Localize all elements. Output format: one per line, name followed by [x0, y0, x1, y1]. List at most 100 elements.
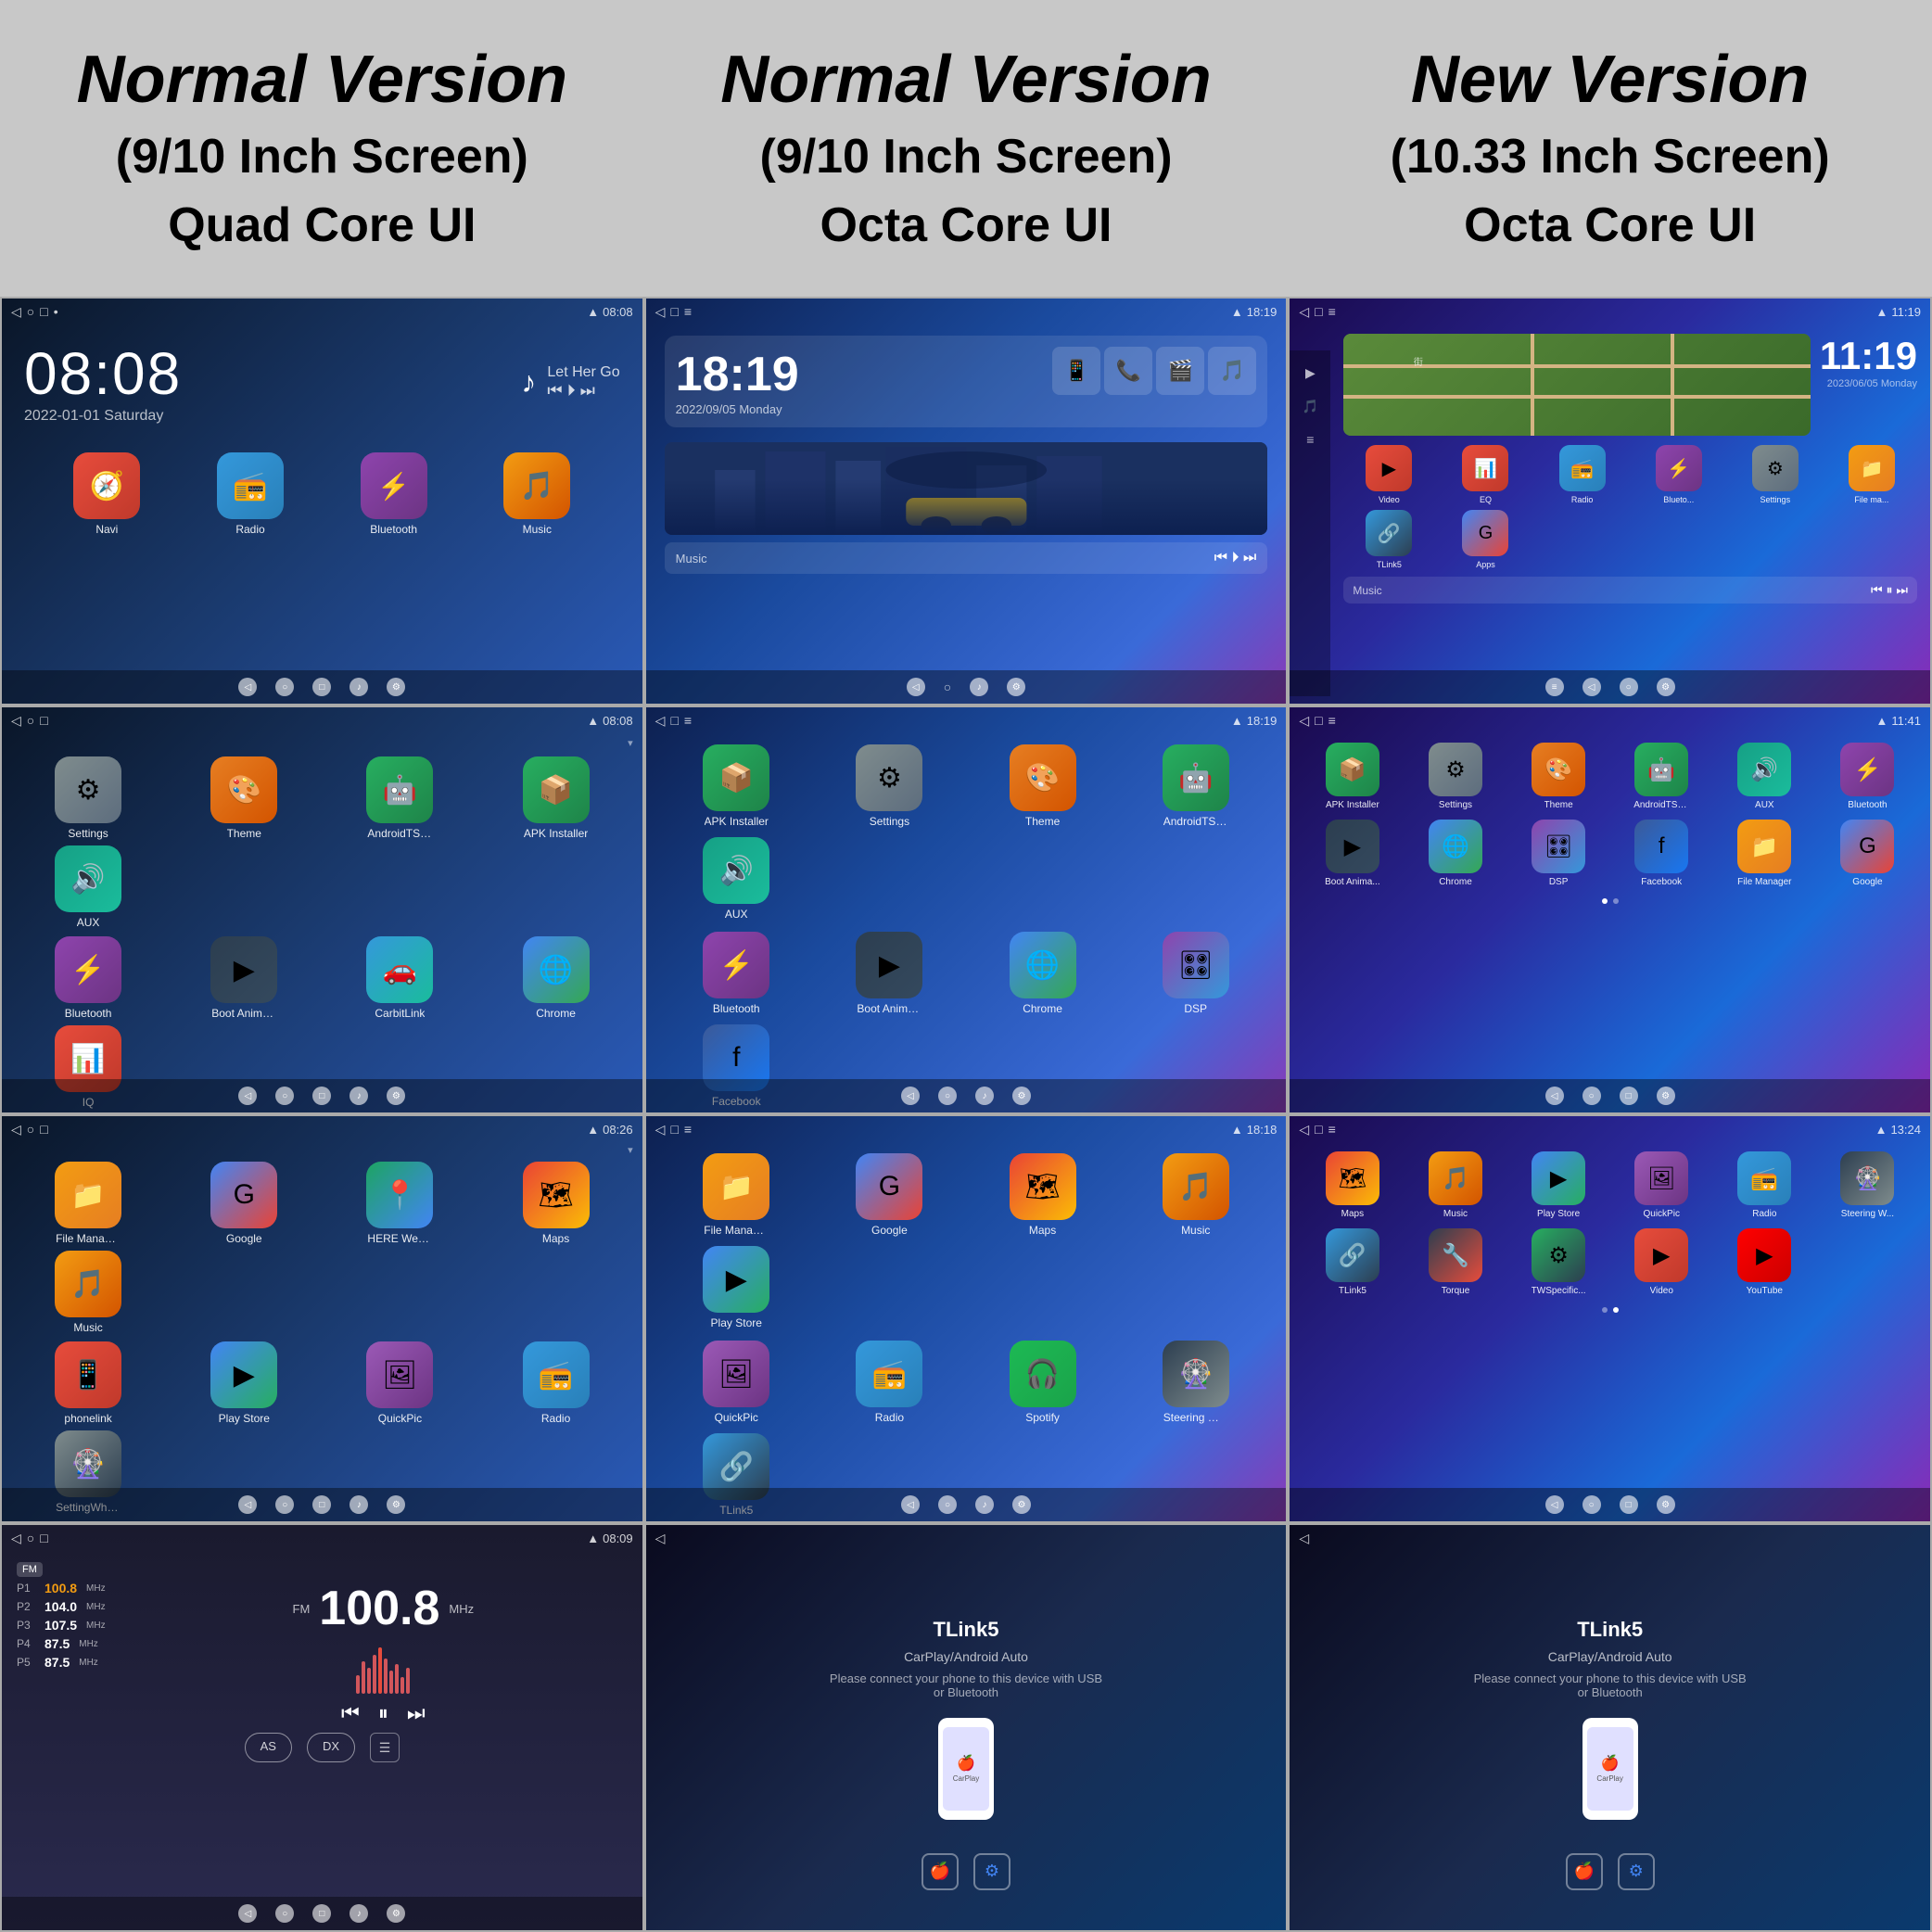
app-grid-r3c3-row1: 📦APK Installer ⚙Settings 🎨Theme 🤖Android…	[1290, 733, 1930, 820]
app-spotify-r4c2[interactable]: 🎧Spotify	[971, 1341, 1114, 1424]
app-radio-home[interactable]: 📻 Radio	[183, 452, 319, 536]
app-radio-r4c3[interactable]: 📻Radio	[1717, 1151, 1812, 1219]
app-theme-r3c1[interactable]: 🎨Theme	[169, 756, 319, 840]
app-twspecific-r4c3[interactable]: ⚙TWSpecific...	[1511, 1228, 1607, 1296]
radio-settings-btn[interactable]: ☰	[370, 1733, 400, 1762]
app-filemanager-r4c2[interactable]: 📁File Manager	[665, 1153, 808, 1237]
app-theme-r3c3[interactable]: 🎨Theme	[1511, 743, 1607, 810]
radio-bottom: AS DX ☰	[17, 1733, 628, 1762]
app-playstore-r4c2[interactable]: ▶Play Store	[665, 1246, 808, 1329]
app-filemanager-r4c1[interactable]: 📁File Manager	[13, 1162, 163, 1245]
status-bar-r4c2: ◁□≡ ▲ 18:18	[646, 1116, 1287, 1142]
app-video-r4c3[interactable]: ▶Video	[1614, 1228, 1710, 1296]
preset-2[interactable]: P2 104.0 MHz	[17, 1599, 128, 1614]
app-androidts-r3c1[interactable]: 🤖AndroidTS GPS T...	[324, 756, 475, 840]
app-quickpic-r4c1[interactable]: 🖼QuickPic	[324, 1341, 475, 1425]
header-title-col1: Normal Version	[77, 44, 568, 117]
app-torque-r4c3[interactable]: 🔧Torque	[1407, 1228, 1503, 1296]
app-apk-r3c3[interactable]: 📦APK Installer	[1304, 743, 1400, 810]
nav-bar-r4c3: ◁ ○ □ ⚙	[1290, 1488, 1930, 1521]
app-music-r4c2[interactable]: 🎵Music	[1124, 1153, 1267, 1237]
app-dsp-r3c2[interactable]: 🎛DSP	[1124, 932, 1267, 1015]
app-apk-r3c2[interactable]: 📦APK Installer	[665, 744, 808, 828]
app-radio-r4c2[interactable]: 📻Radio	[818, 1341, 961, 1424]
clock-time-r2c1: 08:08	[24, 339, 182, 408]
app-aux-r3c3[interactable]: 🔊AUX	[1717, 743, 1812, 810]
app-navi[interactable]: 🧭 Navi	[39, 452, 175, 536]
app-bootanim-r3c3[interactable]: ▶Boot Anima...	[1304, 820, 1400, 887]
radio-transport[interactable]: ⏮ ⏸ ⏭	[341, 1701, 426, 1725]
app-bootanim-r3c2[interactable]: ▶Boot Animation	[818, 932, 961, 1015]
app-bootanim-r3c1[interactable]: ▶Boot Animation	[169, 936, 319, 1020]
dx-button[interactable]: DX	[307, 1733, 355, 1762]
app-maps-r4c1[interactable]: 🗺Maps	[480, 1162, 630, 1245]
app-chrome-r3c1[interactable]: 🌐Chrome	[480, 936, 630, 1020]
status-bar-r3c2: ◁□≡ ▲ 18:19	[646, 707, 1287, 733]
app-apk-r3c1[interactable]: 📦APK Installer	[480, 756, 630, 840]
status-bar-r3c1: ◁○□ ▲ 08:08	[2, 707, 642, 733]
app-bluetooth-home[interactable]: ⚡ Bluetooth	[325, 452, 462, 536]
app-bluetooth-r3c3[interactable]: ⚡Bluetooth	[1820, 743, 1915, 810]
app-quickpic-r4c3[interactable]: 🖼QuickPic	[1614, 1151, 1710, 1219]
time-r3c1: 08:08	[603, 714, 633, 728]
app-settings-r3c2[interactable]: ⚙Settings	[818, 744, 961, 828]
app-settings-r3c1[interactable]: ⚙Settings	[13, 756, 163, 840]
app-grid-r4c2-row1: 📁File Manager GGoogle 🗺Maps 🎵Music ▶Play…	[646, 1142, 1287, 1341]
tlink-subtitle-r5c3: CarPlay/Android Auto	[1548, 1649, 1672, 1664]
app-filemanager-r3c3[interactable]: 📁File Manager	[1717, 820, 1812, 887]
tlink-btn-settings-r5c3[interactable]: ⚙	[1618, 1853, 1655, 1890]
time-r2c2: 18:19	[1247, 305, 1277, 319]
app-google-r3c3[interactable]: GGoogle	[1820, 820, 1915, 887]
app-dsp-r3c3[interactable]: 🎛DSP	[1511, 820, 1607, 887]
app-carbitlink-r3c1[interactable]: 🚗CarbitLink	[324, 936, 475, 1020]
app-chrome-r3c2[interactable]: 🌐Chrome	[971, 932, 1114, 1015]
time-r4c2: 18:18	[1247, 1123, 1277, 1137]
app-aux-r3c2[interactable]: 🔊AUX	[665, 837, 808, 921]
app-google-r4c2[interactable]: GGoogle	[818, 1153, 961, 1237]
app-youtube-r4c3[interactable]: ▶YouTube	[1717, 1228, 1812, 1296]
preset-3[interactable]: P3 107.5 MHz	[17, 1618, 128, 1633]
tlink-btn-carplay-r5c3[interactable]: 🍎	[1566, 1853, 1603, 1890]
app-settings-r3c3[interactable]: ⚙Settings	[1407, 743, 1503, 810]
app-aux-r3c1[interactable]: 🔊AUX	[13, 845, 163, 929]
app-bluetooth-r3c2[interactable]: ⚡Bluetooth	[665, 932, 808, 1015]
app-playstore-r4c3[interactable]: ▶Play Store	[1511, 1151, 1607, 1219]
app-playstore-r4c1[interactable]: ▶Play Store	[169, 1341, 319, 1425]
music-controls-r2c1[interactable]: ⏮ ⏵ ⏭	[547, 381, 619, 400]
app-maps-r4c3[interactable]: 🗺Maps	[1304, 1151, 1400, 1219]
status-bar-r5c1: ◁○□ ▲ 08:09	[2, 1525, 642, 1551]
music-r2c3: Music ⏮ ⏸ ⏭	[1343, 577, 1917, 604]
app-music-home[interactable]: 🎵 Music	[469, 452, 605, 536]
time-r3c2: 18:19	[1247, 714, 1277, 728]
app-radio-r4c1[interactable]: 📻Radio	[480, 1341, 630, 1425]
app-music-r4c3[interactable]: 🎵Music	[1407, 1151, 1503, 1219]
screen-r3c1: ◁○□ ▲ 08:08 ▾ ⚙Settings 🎨Theme 🤖AndroidT…	[0, 705, 644, 1114]
app-here-r4c1[interactable]: 📍HERE WeGo	[324, 1162, 475, 1245]
tlink-btn-carplay[interactable]: 🍎	[922, 1853, 959, 1890]
app-grid-home-r2c1: 🧭 Navi 📻 Radio ⚡ Bluetooth 🎵 Music	[24, 443, 620, 545]
tlink-btn-settings[interactable]: ⚙	[973, 1853, 1010, 1890]
app-theme-r3c2[interactable]: 🎨Theme	[971, 744, 1114, 828]
app-steeringwheel-r4c2[interactable]: 🎡Steering Wheel	[1124, 1341, 1267, 1424]
clock-r2c3: 11:19 2023/06/05 Monday	[1820, 334, 1917, 389]
app-google-r4c1[interactable]: GGoogle	[169, 1162, 319, 1245]
app-tlink5-r4c3[interactable]: 🔗TLink5	[1304, 1228, 1400, 1296]
app-androidts-r3c2[interactable]: 🤖AndroidTS GPS T...	[1124, 744, 1267, 828]
screen-r3c2: ◁□≡ ▲ 18:19 📦APK Installer ⚙Settings 🎨Th…	[644, 705, 1289, 1114]
app-steeringwheel-r4c3[interactable]: 🎡Steering W...	[1820, 1151, 1915, 1219]
preset-1[interactable]: P1 100.8 MHz	[17, 1581, 128, 1595]
tlink-buttons-r5c3: 🍎 ⚙	[1566, 1853, 1655, 1890]
app-androidts-r3c3[interactable]: 🤖AndroidTS G...	[1614, 743, 1710, 810]
app-chrome-r3c3[interactable]: 🌐Chrome	[1407, 820, 1503, 887]
app-quickpic-r4c2[interactable]: 🖼QuickPic	[665, 1341, 808, 1424]
app-phonelink-r4c1[interactable]: 📱phonelink	[13, 1341, 163, 1425]
as-button[interactable]: AS	[245, 1733, 292, 1762]
app-music-r4c1[interactable]: 🎵Music	[13, 1251, 163, 1334]
app-bluetooth-r3c1[interactable]: ⚡Bluetooth	[13, 936, 163, 1020]
nav-bar-r2c3: ≡ ◁ ○ ⚙	[1290, 670, 1930, 704]
app-facebook-r3c3[interactable]: fFacebook	[1614, 820, 1710, 887]
preset-5[interactable]: P5 87.5 MHz	[17, 1655, 128, 1670]
header-sub-col2: (9/10 Inch Screen)	[759, 126, 1172, 189]
preset-4[interactable]: P4 87.5 MHz	[17, 1636, 128, 1651]
app-maps-r4c2[interactable]: 🗺Maps	[971, 1153, 1114, 1237]
